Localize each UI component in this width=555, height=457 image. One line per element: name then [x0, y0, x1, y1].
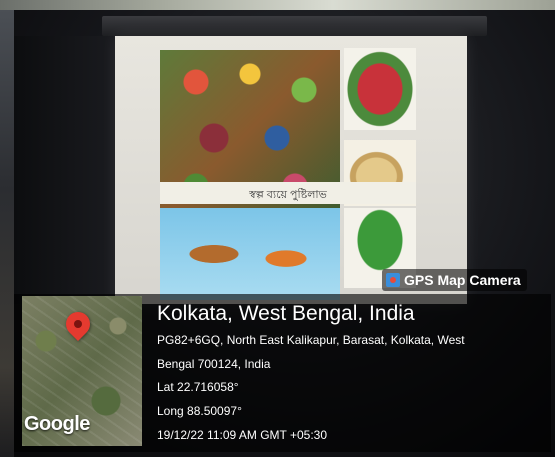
- location-title: Kolkata, West Bengal, India: [157, 302, 415, 325]
- timestamp: 19/12/22 11:09 AM GMT +05:30: [157, 428, 328, 442]
- latitude: Lat 22.716058°: [157, 380, 239, 394]
- left-scene-edge: [0, 10, 14, 457]
- google-logo: Google: [24, 413, 90, 435]
- slide-caption-strip: স্বল্প ব্যয়ে পুষ্টিলাভ: [160, 182, 416, 204]
- projector-screen-housing: [102, 16, 487, 36]
- address-line-1: PG82+6GQ, North East Kalikapur, Barasat,…: [157, 333, 465, 347]
- top-scene-strip: [0, 0, 555, 10]
- camera-icon: [386, 273, 400, 287]
- slide-caption: স্বল্প ব্যয়ে পুষ্টিলাভ: [249, 189, 327, 201]
- room-shadow: [14, 36, 115, 304]
- badge-label: GPS Map Camera: [404, 272, 521, 288]
- address-line-2: Bengal 700124, India: [157, 357, 271, 371]
- slide-heart-vegetables: [344, 48, 416, 130]
- longitude: Long 88.50097°: [157, 404, 242, 418]
- gps-camera-badge: GPS Map Camera: [382, 269, 527, 291]
- slide-cartoon-food: [160, 208, 340, 300]
